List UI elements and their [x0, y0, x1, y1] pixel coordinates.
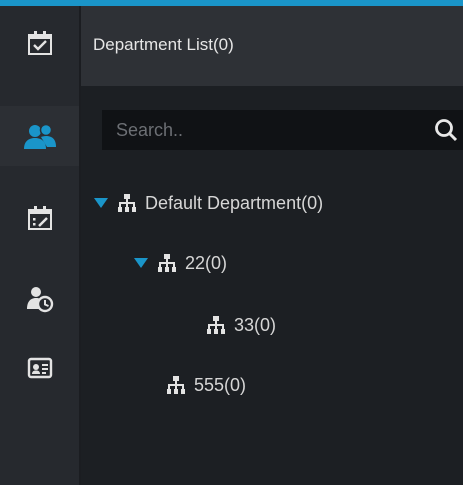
search-input[interactable] — [102, 109, 433, 151]
org-chart-icon — [118, 194, 136, 212]
search-icon[interactable] — [433, 117, 459, 143]
tree-node-555[interactable]: 555(0) — [167, 368, 246, 402]
user-clock-icon — [26, 287, 53, 313]
sidebar-item-user-time[interactable] — [0, 269, 79, 329]
org-chart-icon — [167, 376, 185, 394]
org-chart-icon — [207, 316, 225, 334]
calendar-edit-icon — [27, 206, 52, 230]
tree-node-label: 33(0) — [234, 314, 277, 335]
panel-header: Department List(0) — [81, 6, 463, 86]
tree-node-22[interactable]: 22(0) — [134, 246, 227, 280]
tree-node-label: 22(0) — [185, 252, 228, 273]
page-title: Department List(0) — [93, 35, 234, 54]
sidebar-item-reports[interactable] — [0, 339, 79, 399]
caret-down-icon[interactable] — [94, 196, 108, 210]
header-spacer — [81, 86, 463, 110]
tree-node-label: Default Department(0) — [145, 192, 324, 213]
search-bar — [102, 109, 463, 151]
tree-node-label: 555(0) — [194, 374, 247, 395]
sidebar-item-attendance[interactable] — [0, 13, 79, 73]
tree-node-default-department[interactable]: Default Department(0) — [94, 186, 323, 220]
users-icon — [23, 123, 56, 149]
id-card-icon — [27, 357, 52, 379]
tree-node-33[interactable]: 33(0) — [207, 308, 276, 342]
sidebar-item-schedule[interactable] — [0, 188, 79, 248]
caret-down-icon[interactable] — [134, 256, 148, 270]
sidebar-rail — [0, 6, 81, 485]
calendar-check-icon — [27, 31, 52, 55]
sidebar-item-personnel[interactable] — [0, 106, 79, 166]
department-tree: Default Department(0) 22(0) 33(0) 555(0) — [81, 150, 463, 485]
org-chart-icon — [158, 254, 176, 272]
